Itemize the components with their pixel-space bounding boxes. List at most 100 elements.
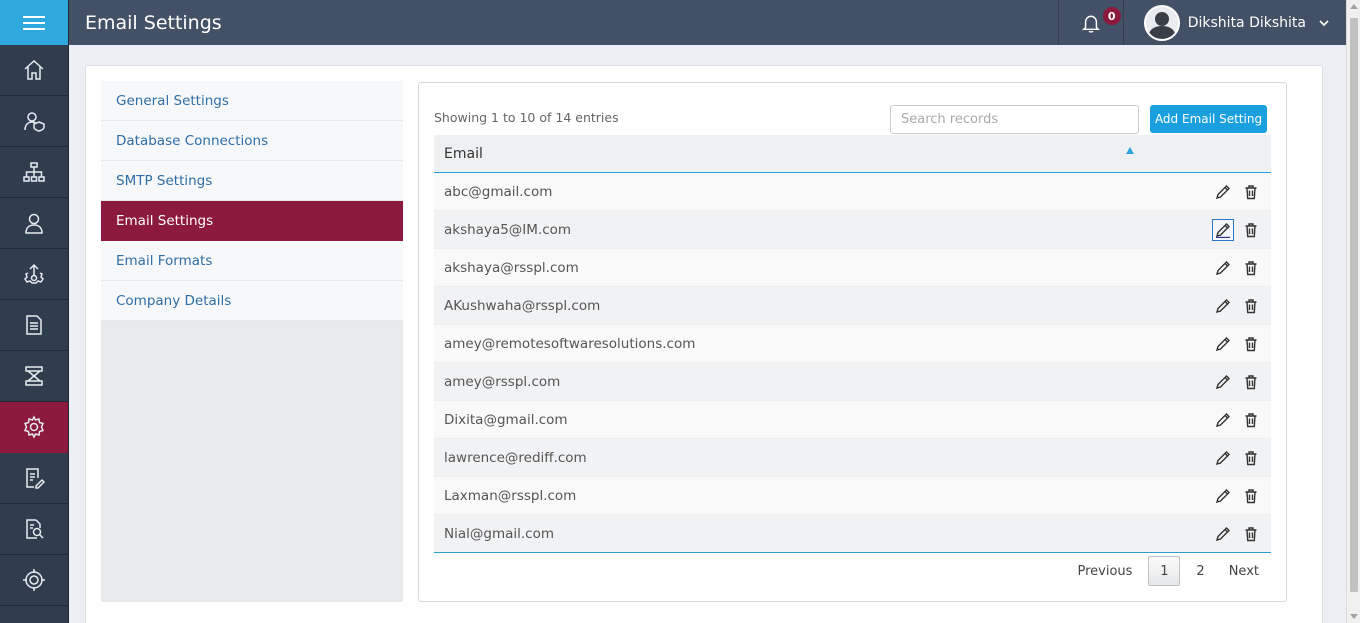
table-row: lawrence@rediff.com <box>434 439 1271 477</box>
notifications-button[interactable]: 0 <box>1057 0 1124 45</box>
rail-user-shield[interactable] <box>0 96 68 147</box>
nav-email-settings[interactable]: Email Settings <box>101 201 403 241</box>
rail-settings[interactable] <box>0 402 68 453</box>
rail-upload-gear[interactable] <box>0 249 68 300</box>
email-cell: akshaya5@IM.com <box>444 221 572 238</box>
trash-icon <box>1245 489 1257 504</box>
pagination: Previous 1 2 Next <box>1065 556 1271 586</box>
home-icon <box>24 59 44 80</box>
delete-button[interactable] <box>1241 524 1261 544</box>
pencil-icon <box>1215 413 1230 428</box>
org-chart-icon <box>23 162 45 182</box>
user-name: Dikshita Dikshita <box>1187 14 1306 31</box>
rail-org-chart[interactable] <box>0 147 68 198</box>
rail-document[interactable] <box>0 300 68 351</box>
pagination-page-2[interactable]: 2 <box>1184 556 1216 586</box>
delete-button[interactable] <box>1241 258 1261 278</box>
trash-icon <box>1245 185 1257 200</box>
edit-button[interactable] <box>1213 410 1233 430</box>
table-row: AKushwaha@rsspl.com <box>434 287 1271 325</box>
email-table: Email abc@gmail.com akshaya5@IM.com aksh… <box>434 135 1271 553</box>
pagination-previous[interactable]: Previous <box>1065 556 1144 586</box>
trash-icon <box>1245 337 1257 352</box>
notification-count-badge: 0 <box>1102 7 1121 25</box>
nav-smtp-settings[interactable]: SMTP Settings <box>101 161 403 201</box>
table-row: Nial@gmail.com <box>434 515 1271 553</box>
bell-icon <box>1081 15 1100 33</box>
trash-icon <box>1245 223 1257 238</box>
delete-button[interactable] <box>1241 296 1261 316</box>
scroll-up-icon[interactable] <box>1350 4 1358 9</box>
user-icon <box>25 213 43 234</box>
hamburger-icon <box>23 15 45 30</box>
edit-button[interactable] <box>1213 258 1233 278</box>
chevron-down-icon <box>1319 19 1329 26</box>
table-row: akshaya@rsspl.com <box>434 249 1271 287</box>
pencil-icon <box>1215 527 1230 542</box>
rail-home[interactable] <box>0 45 68 96</box>
user-shield-icon <box>24 112 45 132</box>
edit-button[interactable] <box>1213 296 1233 316</box>
rail-document-search[interactable] <box>0 504 68 555</box>
rail-scanner[interactable] <box>0 351 68 402</box>
email-cell: lawrence@rediff.com <box>444 449 587 466</box>
delete-button[interactable] <box>1241 486 1261 506</box>
pencil-icon <box>1215 299 1230 314</box>
column-header-email[interactable]: Email <box>434 135 1271 173</box>
email-cell: akshaya@rsspl.com <box>444 259 579 276</box>
table-row: amey@remotesoftwaresolutions.com <box>434 325 1271 363</box>
delete-button[interactable] <box>1241 182 1261 202</box>
email-cell: amey@rsspl.com <box>444 373 561 390</box>
email-cell: Nial@gmail.com <box>444 525 554 542</box>
edit-button[interactable] <box>1213 182 1233 202</box>
page-title: Email Settings <box>85 11 222 34</box>
trash-icon <box>1245 451 1257 466</box>
document-icon <box>26 315 42 335</box>
scroll-thumb[interactable] <box>1350 18 1358 592</box>
edit-button[interactable] <box>1213 372 1233 392</box>
delete-button[interactable] <box>1241 372 1261 392</box>
user-menu[interactable]: Dikshita Dikshita <box>1124 0 1346 45</box>
table-row: amey@rsspl.com <box>434 363 1271 401</box>
user-avatar-icon <box>1147 11 1176 39</box>
document-search-icon <box>26 519 44 539</box>
edit-button[interactable] <box>1212 219 1234 241</box>
document-edit-icon <box>26 468 46 489</box>
table-row: abc@gmail.com <box>434 173 1271 211</box>
edit-button[interactable] <box>1213 486 1233 506</box>
email-cell: abc@gmail.com <box>444 183 553 200</box>
upload-gear-icon <box>24 263 44 284</box>
trash-icon <box>1245 413 1257 428</box>
delete-button[interactable] <box>1241 410 1261 430</box>
email-cell: amey@remotesoftwaresolutions.com <box>444 335 696 352</box>
sort-asc-icon[interactable] <box>1126 147 1134 154</box>
email-cell: AKushwaha@rsspl.com <box>444 297 601 314</box>
edit-button[interactable] <box>1213 524 1233 544</box>
pencil-icon <box>1215 375 1230 390</box>
rail-target[interactable] <box>0 555 68 606</box>
column-header-label: Email <box>444 145 483 162</box>
pencil-icon <box>1215 337 1230 352</box>
scanner-icon <box>25 366 43 386</box>
edit-button[interactable] <box>1213 448 1233 468</box>
search-input[interactable] <box>890 105 1139 134</box>
menu-toggle-button[interactable] <box>0 0 68 45</box>
nav-email-formats[interactable]: Email Formats <box>101 241 403 281</box>
delete-button[interactable] <box>1241 220 1261 240</box>
pagination-page-1[interactable]: 1 <box>1148 556 1181 586</box>
add-email-setting-button[interactable]: Add Email Setting <box>1150 105 1267 133</box>
edit-button[interactable] <box>1213 334 1233 354</box>
nav-company-details[interactable]: Company Details <box>101 281 403 321</box>
rail-user[interactable] <box>0 198 68 249</box>
entries-info: Showing 1 to 10 of 14 entries <box>434 110 619 125</box>
gear-icon <box>23 415 45 439</box>
nav-general-settings[interactable]: General Settings <box>101 81 403 121</box>
pagination-next[interactable]: Next <box>1217 556 1271 586</box>
scroll-down-icon[interactable] <box>1350 614 1358 619</box>
page-scrollbar[interactable] <box>1346 0 1360 623</box>
rail-document-edit[interactable] <box>0 453 68 504</box>
delete-button[interactable] <box>1241 334 1261 354</box>
trash-icon <box>1245 261 1257 276</box>
nav-database-connections[interactable]: Database Connections <box>101 121 403 161</box>
delete-button[interactable] <box>1241 448 1261 468</box>
